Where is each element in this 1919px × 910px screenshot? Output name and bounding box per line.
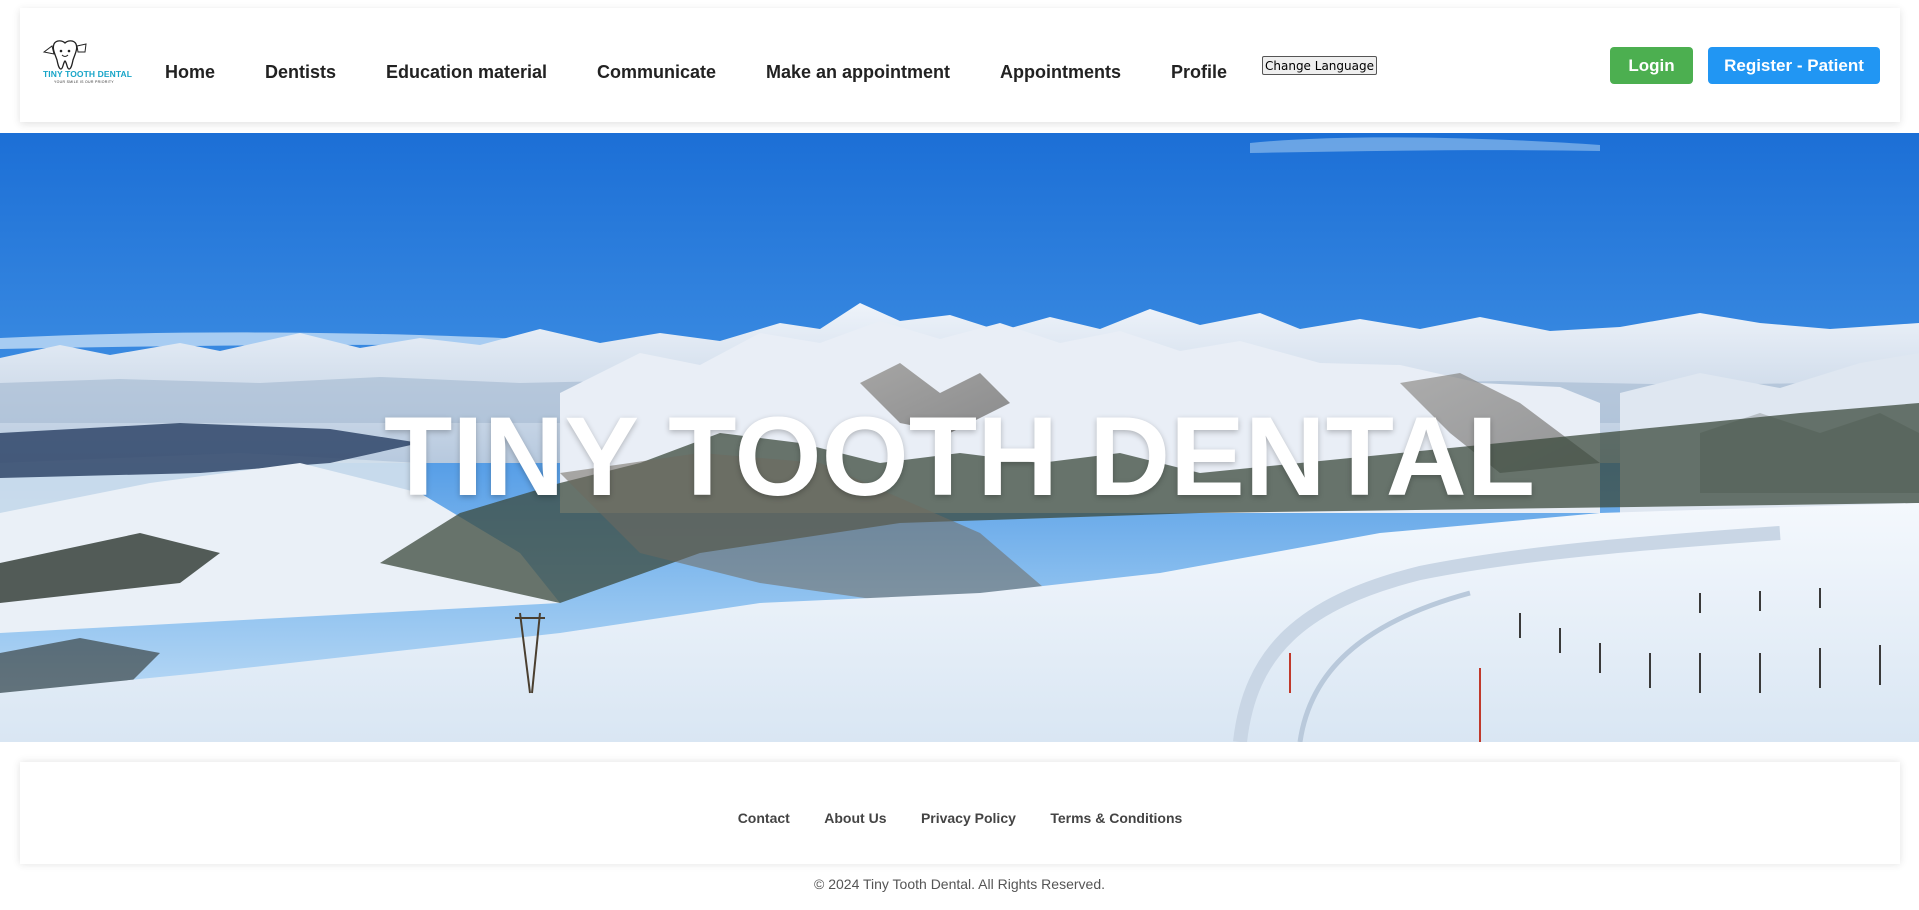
site-logo[interactable]: TINY TOOTH DENTAL YOUR SMILE IS OUR PRIO… [40,38,133,90]
login-button[interactable]: Login [1610,47,1693,84]
site-header: TINY TOOTH DENTAL YOUR SMILE IS OUR PRIO… [20,8,1900,122]
nav-appointments[interactable]: Appointments [1000,62,1121,83]
footer-link-about-us[interactable]: About Us [824,810,886,826]
nav-make-appointment[interactable]: Make an appointment [766,62,950,83]
nav-profile[interactable]: Profile [1171,62,1227,83]
nav-education-material[interactable]: Education material [386,62,547,83]
logo-tagline: YOUR SMILE IS OUR PRIORITY [54,80,114,84]
change-language-button[interactable]: Change Language [1262,56,1377,75]
footer-link-contact[interactable]: Contact [738,810,790,826]
footer-link-privacy-policy[interactable]: Privacy Policy [921,810,1016,826]
tooth-icon [42,40,87,70]
nav-communicate[interactable]: Communicate [597,62,716,83]
hero-title: TINY TOOTH DENTAL [383,394,1536,519]
nav-home[interactable]: Home [165,62,215,83]
copyright-text: © 2024 Tiny Tooth Dental. All Rights Res… [814,876,1105,892]
footer-nav: Contact About Us Privacy Policy Terms & … [20,810,1900,828]
nav-dentists[interactable]: Dentists [265,62,336,83]
hero-banner: TINY TOOTH DENTAL [0,133,1919,742]
register-patient-button[interactable]: Register - Patient [1708,47,1880,84]
footer-link-terms-conditions[interactable]: Terms & Conditions [1050,810,1182,826]
site-footer: Contact About Us Privacy Policy Terms & … [20,762,1900,864]
logo-text: TINY TOOTH DENTAL [43,69,133,79]
